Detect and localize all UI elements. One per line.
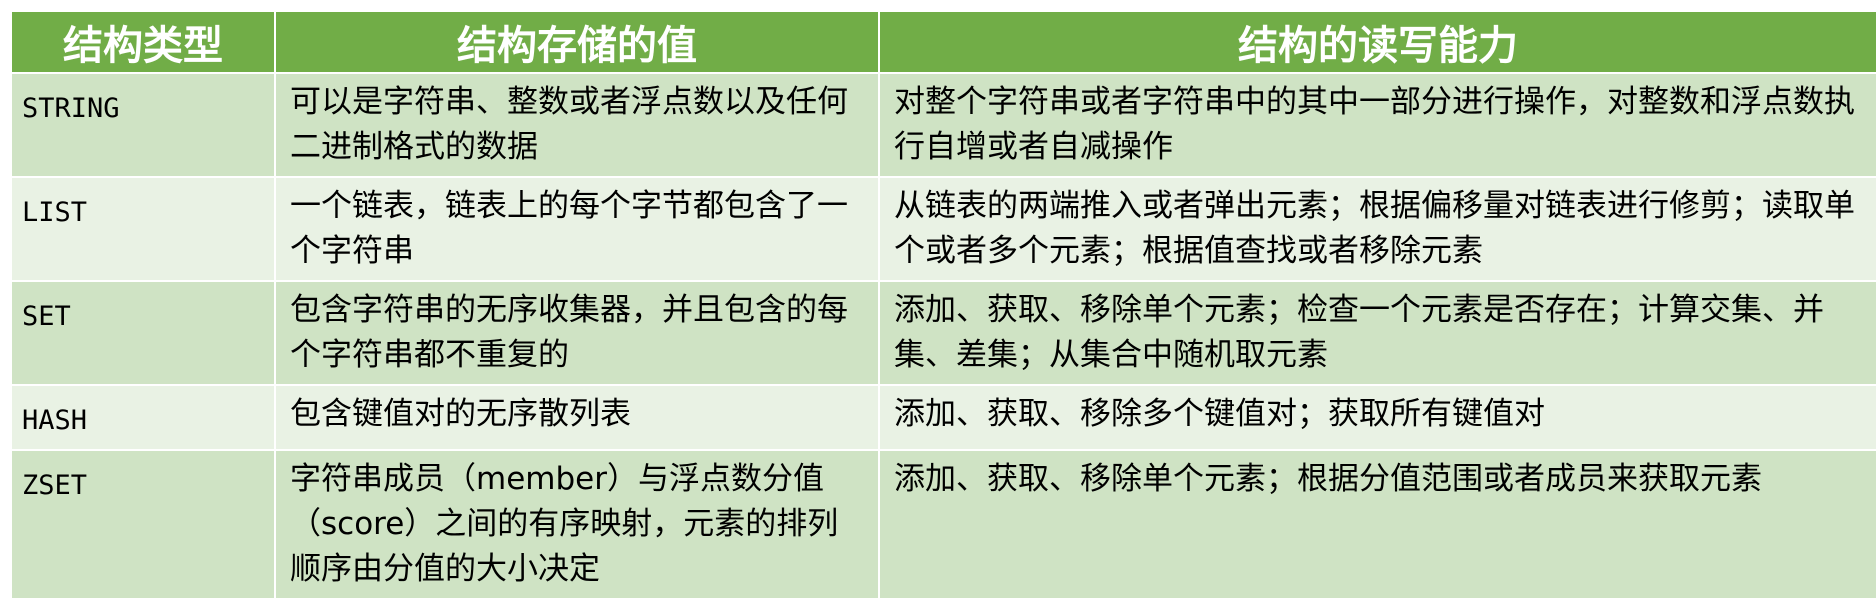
cell-ops: 添加、获取、移除多个键值对；获取所有键值对 <box>878 384 1876 451</box>
table-row: LIST 一个链表，链表上的每个字节都包含了一个字符串 从链表的两端推入或者弹出… <box>10 176 1876 282</box>
table-row: ZSET 字符串成员（member）与浮点数分值（score）之间的有序映射，元… <box>10 449 1876 600</box>
redis-structures-table: 结构类型 结构存储的值 结构的读写能力 STRING 可以是字符串、整数或者浮点… <box>10 10 1876 600</box>
table-row: HASH 包含键值对的无序散列表 添加、获取、移除多个键值对；获取所有键值对 <box>10 384 1876 451</box>
table-row: STRING 可以是字符串、整数或者浮点数以及任何二进制格式的数据 对整个字符串… <box>10 72 1876 178</box>
cell-type: ZSET <box>10 449 276 600</box>
cell-ops: 添加、获取、移除单个元素；检查一个元素是否存在；计算交集、并集、差集；从集合中随… <box>878 280 1876 386</box>
header-stored-value: 结构存储的值 <box>274 10 880 74</box>
cell-type: STRING <box>10 72 276 178</box>
cell-ops: 添加、获取、移除单个元素；根据分值范围或者成员来获取元素 <box>878 449 1876 600</box>
cell-value: 包含字符串的无序收集器，并且包含的每个字符串都不重复的 <box>274 280 880 386</box>
header-read-write-ability: 结构的读写能力 <box>878 10 1876 74</box>
cell-ops: 对整个字符串或者字符串中的其中一部分进行操作，对整数和浮点数执行自增或者自减操作 <box>878 72 1876 178</box>
cell-ops: 从链表的两端推入或者弹出元素；根据偏移量对链表进行修剪；读取单个或者多个元素；根… <box>878 176 1876 282</box>
cell-value: 包含键值对的无序散列表 <box>274 384 880 451</box>
cell-type: SET <box>10 280 276 386</box>
table-row: SET 包含字符串的无序收集器，并且包含的每个字符串都不重复的 添加、获取、移除… <box>10 280 1876 386</box>
cell-value: 一个链表，链表上的每个字节都包含了一个字符串 <box>274 176 880 282</box>
cell-type: HASH <box>10 384 276 451</box>
header-row: 结构类型 结构存储的值 结构的读写能力 <box>10 10 1876 74</box>
cell-type: LIST <box>10 176 276 282</box>
redis-structures-table-wrap: 结构类型 结构存储的值 结构的读写能力 STRING 可以是字符串、整数或者浮点… <box>10 10 1876 600</box>
cell-value: 可以是字符串、整数或者浮点数以及任何二进制格式的数据 <box>274 72 880 178</box>
header-structure-type: 结构类型 <box>10 10 276 74</box>
cell-value: 字符串成员（member）与浮点数分值（score）之间的有序映射，元素的排列顺… <box>274 449 880 600</box>
